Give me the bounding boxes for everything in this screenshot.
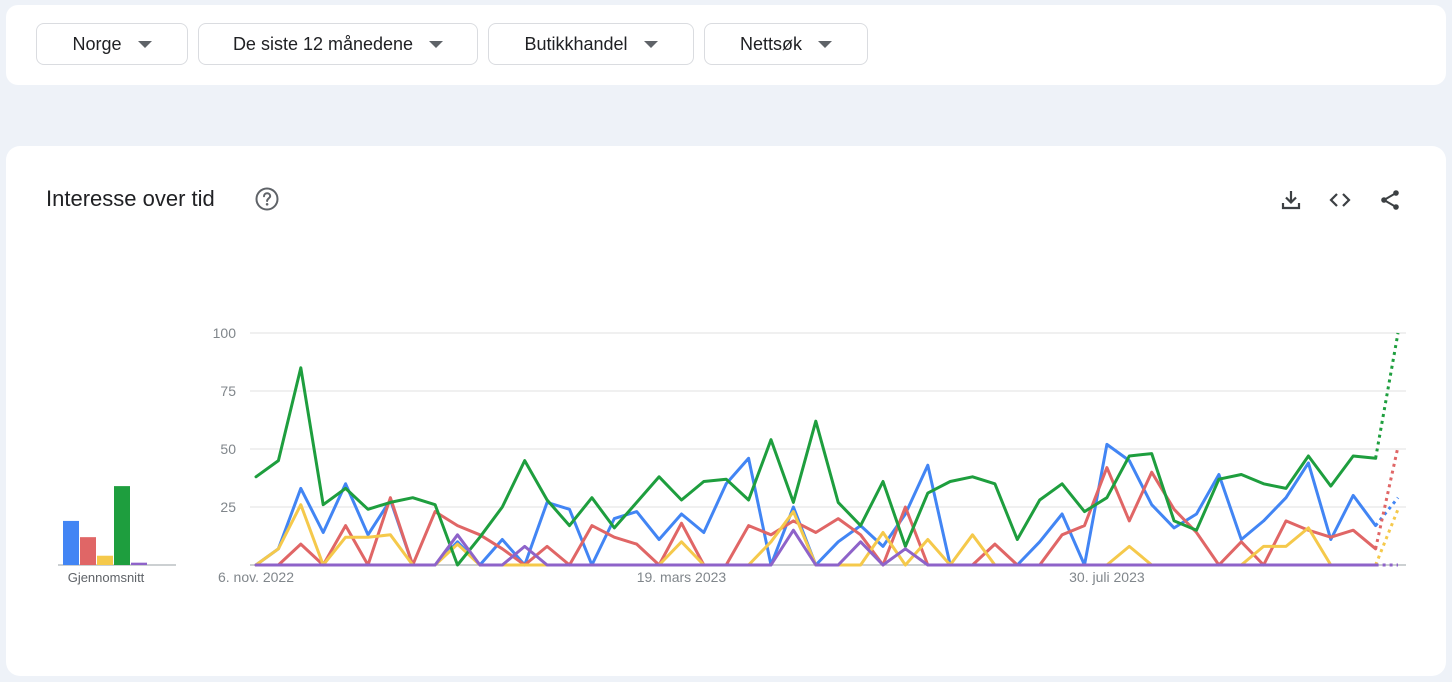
average-bar-3 <box>114 486 130 565</box>
chevron-down-icon <box>818 40 832 48</box>
filter-bar: Norge De siste 12 månedene Butikkhandel … <box>6 5 1446 85</box>
y-tick-label: 50 <box>220 441 236 457</box>
average-bar-0 <box>63 520 79 565</box>
filter-region-label: Norge <box>72 33 122 54</box>
interest-chart: 25 50 75 100 6. nov. 2022 19. mars 2023 30. ju… <box>58 325 1406 585</box>
x-tick-label: 6. nov. 2022 <box>218 569 294 585</box>
filter-region-dropdown[interactable]: Norge <box>36 23 188 65</box>
average-bar-4 <box>131 562 147 565</box>
filter-time-dropdown[interactable]: De siste 12 månedene <box>198 23 478 65</box>
series-partial-line-0 <box>1374 496 1400 527</box>
average-bar-2 <box>97 555 113 565</box>
series-partial-line-3 <box>1374 332 1400 459</box>
series-line-1 <box>254 466 1378 567</box>
x-tick-label: 30. juli 2023 <box>1069 569 1145 585</box>
filter-search-type-dropdown[interactable]: Nettsøk <box>704 23 868 65</box>
filter-category-label: Butikkhandel <box>524 33 628 54</box>
average-bar-1 <box>80 537 96 565</box>
filter-time-label: De siste 12 månedene <box>232 33 414 54</box>
series-partial-line-2 <box>1374 508 1400 566</box>
chevron-down-icon <box>137 40 152 48</box>
y-tick-label: 100 <box>213 325 237 341</box>
y-tick-label: 75 <box>220 383 236 399</box>
series-partial-line-1 <box>1374 446 1400 550</box>
x-tick-label: 19. mars 2023 <box>637 569 727 585</box>
filter-category-dropdown[interactable]: Butikkhandel <box>488 23 694 65</box>
average-label: Gjennomsnitt <box>68 570 145 585</box>
y-tick-label: 25 <box>220 499 236 515</box>
interest-over-time-card: Interesse over tid 25 50 75 100 6. nov. 2022… <box>6 146 1446 676</box>
filter-search-type-label: Nettsøk <box>739 33 802 54</box>
chevron-down-icon <box>643 40 658 48</box>
chevron-down-icon <box>429 40 444 48</box>
